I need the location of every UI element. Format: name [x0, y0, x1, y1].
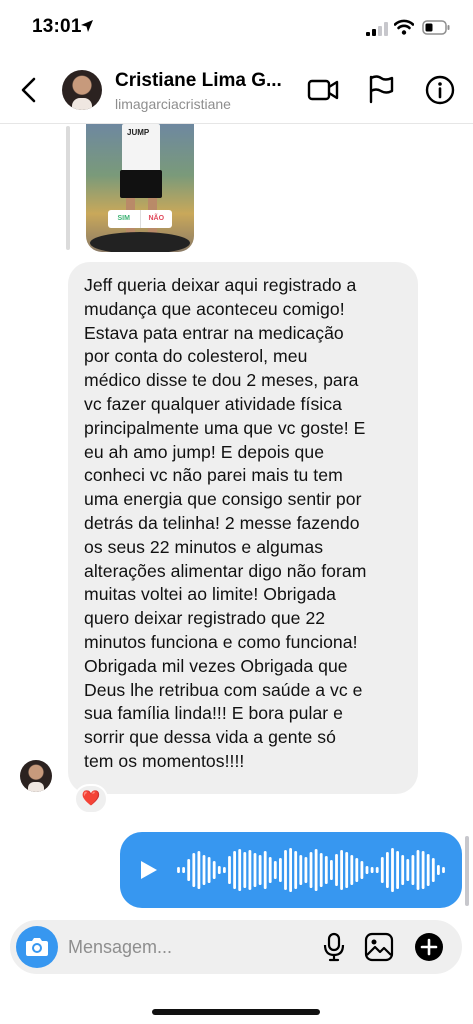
- waveform-bar: [309, 852, 313, 888]
- waveform-bar: [421, 851, 425, 889]
- microphone-icon[interactable]: [322, 932, 346, 962]
- waveform-bar: [177, 867, 180, 873]
- waveform-bar: [437, 865, 440, 875]
- waveform-bar: [233, 851, 236, 889]
- story-shirt-text: JUMP: [127, 128, 150, 137]
- cellular-signal-icon: [366, 22, 388, 36]
- waveform-bar: [442, 867, 445, 873]
- flag-icon[interactable]: [367, 74, 395, 104]
- poll-option-no: NÃO: [148, 215, 165, 222]
- scroll-indicator[interactable]: [465, 836, 469, 906]
- waveform-bar: [299, 855, 303, 885]
- waveform-bar: [289, 848, 292, 892]
- waveform-bar: [182, 867, 185, 873]
- waveform-bar: [238, 849, 242, 891]
- waveform-bar: [380, 857, 384, 883]
- sender-avatar[interactable]: [20, 760, 52, 792]
- waveform-bar: [197, 851, 201, 889]
- waveform-bar: [375, 867, 379, 873]
- waveform-bar: [330, 860, 333, 880]
- waveform-bar: [202, 855, 206, 885]
- waveform-bar: [350, 855, 354, 885]
- camera-icon: [26, 938, 48, 956]
- waveform-bar: [217, 866, 221, 874]
- play-icon[interactable]: [136, 858, 160, 882]
- waveform-bar: [294, 851, 298, 889]
- voice-message-bubble[interactable]: [120, 832, 462, 908]
- waveform-bar: [391, 848, 394, 892]
- waveform-bar: [268, 857, 272, 883]
- heart-reaction[interactable]: ❤️: [74, 784, 108, 814]
- waveform-bar: [345, 852, 349, 888]
- waveform-bar: [258, 855, 262, 885]
- info-icon[interactable]: [424, 74, 456, 106]
- audio-waveform[interactable]: [176, 844, 446, 896]
- story-reply-rail: [66, 126, 70, 250]
- back-button[interactable]: [14, 74, 46, 106]
- waveform-bar: [401, 855, 405, 885]
- received-message-text: Jeff queria deixar aqui registrado a mud…: [84, 275, 367, 771]
- waveform-bar: [365, 866, 369, 874]
- waveform-bar: [426, 854, 430, 886]
- waveform-bar: [187, 859, 191, 881]
- waveform-bar: [396, 851, 399, 889]
- waveform-bar: [431, 858, 435, 882]
- home-indicator[interactable]: [152, 1009, 320, 1015]
- waveform-bar: [223, 867, 226, 873]
- camera-button[interactable]: [16, 926, 58, 968]
- status-time: 13:01: [32, 16, 82, 37]
- video-call-icon[interactable]: [307, 76, 339, 104]
- waveform-bar: [253, 853, 257, 887]
- waveform-bar: [248, 850, 252, 890]
- waveform-bar: [243, 852, 247, 888]
- waveform-bar: [263, 851, 267, 889]
- waveform-bar: [416, 850, 420, 890]
- received-message-bubble[interactable]: Jeff queria deixar aqui registrado a mud…: [68, 262, 418, 794]
- plus-icon[interactable]: [414, 932, 444, 962]
- waveform-bar: [406, 859, 410, 881]
- story-figure-shorts: [120, 170, 162, 198]
- waveform-bar: [207, 857, 211, 883]
- contact-name[interactable]: Cristiane Lima G...: [115, 70, 282, 92]
- waveform-bar: [360, 861, 364, 879]
- contact-username[interactable]: limagarciacristiane: [115, 96, 231, 112]
- status-bar: 13:01: [0, 0, 473, 52]
- chat-header: Cristiane Lima G... limagarciacristiane: [0, 60, 473, 124]
- story-reply-thumbnail[interactable]: JUMP SIM NÃO: [86, 124, 194, 252]
- waveform-bar: [319, 853, 323, 887]
- gallery-icon[interactable]: [364, 932, 394, 962]
- contact-avatar[interactable]: [62, 70, 102, 110]
- story-poll-sticker: SIM NÃO: [108, 210, 172, 228]
- waveform-bar: [279, 858, 282, 882]
- waveform-bar: [324, 856, 328, 884]
- message-composer: [10, 920, 462, 974]
- waveform-bar: [340, 850, 343, 890]
- waveform-bar: [228, 856, 231, 884]
- waveform-bar: [386, 852, 389, 888]
- waveform-bar: [304, 857, 308, 883]
- waveform-bar: [411, 855, 415, 885]
- waveform-bar: [273, 861, 277, 879]
- waveform-bar: [314, 849, 318, 891]
- story-trampoline: [90, 232, 190, 252]
- battery-icon: [422, 20, 450, 35]
- message-input[interactable]: [68, 920, 308, 974]
- waveform-bar: [355, 858, 359, 882]
- waveform-bar: [335, 854, 338, 886]
- wifi-icon: [394, 19, 414, 35]
- waveform-bar: [370, 867, 374, 873]
- poll-option-yes: SIM: [108, 210, 141, 228]
- location-arrow-icon: [81, 20, 93, 32]
- waveform-bar: [212, 861, 216, 879]
- waveform-bar: [284, 850, 287, 890]
- waveform-bar: [192, 853, 196, 887]
